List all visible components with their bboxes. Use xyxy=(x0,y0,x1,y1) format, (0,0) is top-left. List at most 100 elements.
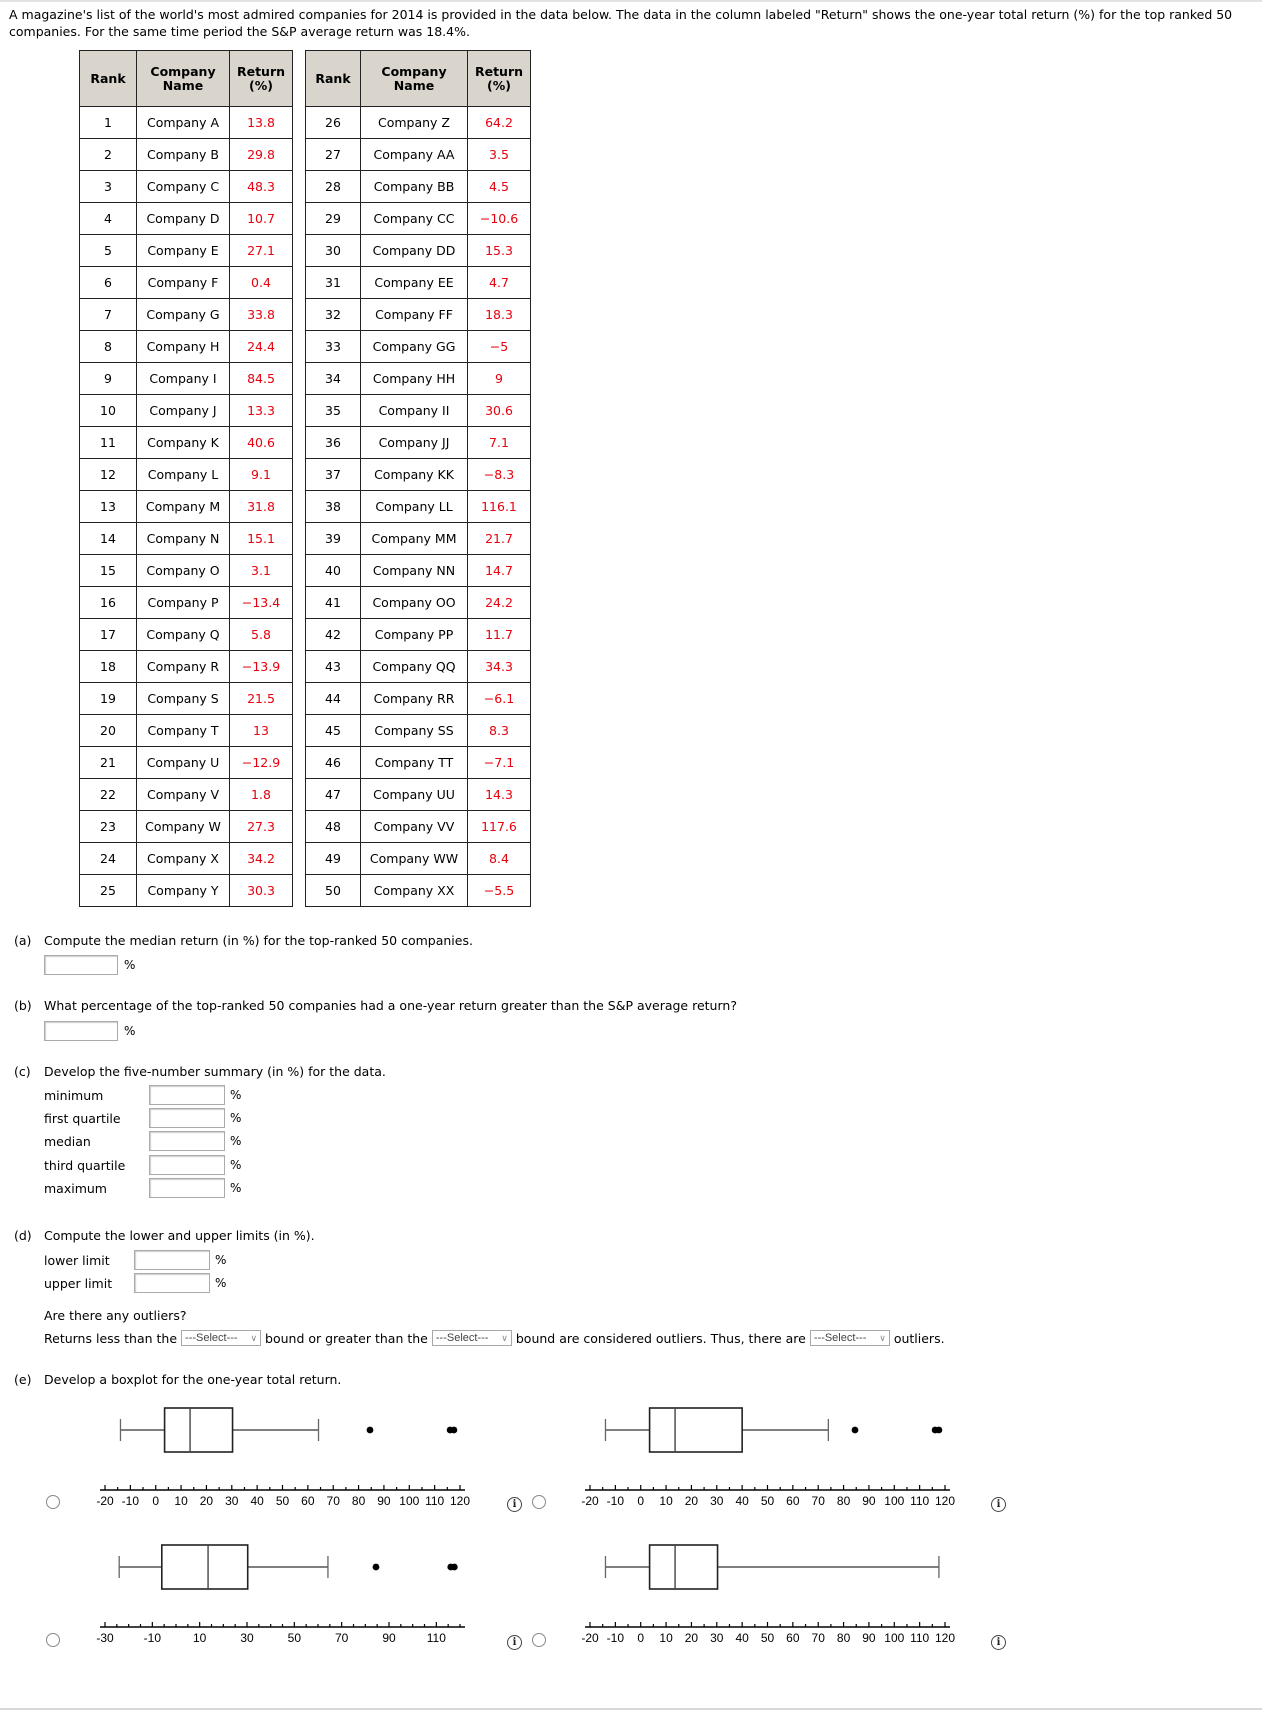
cell-rank: 33 xyxy=(305,330,361,363)
info-icon[interactable]: i xyxy=(507,1635,522,1650)
outlier-point xyxy=(935,1426,943,1434)
tick-label: 10 xyxy=(193,1631,207,1645)
cell-company-name: Company MM xyxy=(360,522,468,555)
cell-return: 1.8 xyxy=(229,778,293,811)
tick-label: 50 xyxy=(761,1494,775,1508)
tick-label: 20 xyxy=(685,1631,699,1645)
cell-rank: 28 xyxy=(305,170,361,203)
cell-return: 3.1 xyxy=(229,554,293,587)
cell-return: 117.6 xyxy=(467,810,531,843)
cell-return: 8.4 xyxy=(467,842,531,875)
table-row: 46 Company TT −7.1 xyxy=(305,746,531,779)
tick-label: 60 xyxy=(301,1494,315,1508)
cell-rank: 22 xyxy=(79,778,137,811)
cell-rank: 19 xyxy=(79,682,137,715)
cell-return: −12.9 xyxy=(229,746,293,779)
cell-return: 21.5 xyxy=(229,682,293,715)
cell-return: 30.3 xyxy=(229,874,293,907)
cell-rank: 15 xyxy=(79,554,137,587)
question-e: (e) Develop a boxplot for the one-year to… xyxy=(14,1372,341,1387)
iqr-box xyxy=(648,1407,743,1453)
boxplot-option-2-radio[interactable] xyxy=(532,1495,546,1509)
info-icon[interactable]: i xyxy=(991,1635,1006,1650)
sentence-part-1: Returns less than the xyxy=(44,1330,178,1346)
question-d-text: Compute the lower and upper limits (in %… xyxy=(44,1228,315,1243)
cell-rank: 11 xyxy=(79,426,137,459)
cell-rank: 16 xyxy=(79,586,137,619)
cell-return: 27.3 xyxy=(229,810,293,843)
header-company-name: Company Name xyxy=(136,50,230,107)
cell-company-name: Company D xyxy=(136,202,230,235)
info-icon[interactable]: i xyxy=(507,1497,522,1512)
boxplot-option-1-radio[interactable] xyxy=(46,1495,60,1509)
table-row: 29 Company CC −10.6 xyxy=(305,202,531,235)
cell-return: 10.7 xyxy=(229,202,293,235)
row-label: lower limit xyxy=(44,1252,110,1268)
third-quartile-input[interactable] xyxy=(149,1155,225,1175)
select-placeholder: ---Select--- xyxy=(185,1332,238,1344)
cell-rank: 26 xyxy=(305,106,361,139)
cell-company-name: Company XX xyxy=(360,874,468,907)
first-quartile-input[interactable] xyxy=(149,1108,225,1128)
boxplot-option-3-radio[interactable] xyxy=(46,1633,60,1647)
question-b: (b) What percentage of the top-ranked 50 … xyxy=(14,998,737,1013)
cell-company-name: Company BB xyxy=(360,170,468,203)
median-return-input[interactable] xyxy=(44,955,118,975)
cell-company-name: Company SS xyxy=(360,714,468,747)
tick-label: -10 xyxy=(607,1631,625,1645)
cell-rank: 4 xyxy=(79,202,137,235)
minimum-input[interactable] xyxy=(149,1085,225,1105)
row-label: upper limit xyxy=(44,1275,113,1291)
x-axis: -20 -10 0 10 20 30 40 50 60 70 80 90 100 110 120 xyxy=(581,1622,955,1645)
cell-rank: 10 xyxy=(79,394,137,427)
boxplot-option-2: -20 -10 0 10 20 30 40 50 60 70 80 90 100 110 120 xyxy=(581,1407,955,1508)
percent-above-sp-input[interactable] xyxy=(44,1021,118,1041)
cell-rank: 46 xyxy=(305,746,361,779)
row-label: median xyxy=(44,1133,91,1149)
tick-label: 30 xyxy=(225,1494,239,1508)
cell-company-name: Company N xyxy=(136,522,230,555)
cell-company-name: Company FF xyxy=(360,298,468,331)
cell-company-name: Company DD xyxy=(360,234,468,267)
tick-label: 90 xyxy=(862,1631,876,1645)
outlier-question: Are there any outliers? xyxy=(44,1308,187,1323)
table-row: 35 Company II 30.6 xyxy=(305,394,531,427)
cell-company-name: Company OO xyxy=(360,586,468,619)
tick-label: 0 xyxy=(637,1494,644,1508)
lower-limit-input[interactable] xyxy=(134,1250,210,1270)
boxplot-option-4-radio[interactable] xyxy=(532,1633,546,1647)
tick-label: 110 xyxy=(425,1494,444,1508)
cell-return: −13.9 xyxy=(229,650,293,683)
median-input[interactable] xyxy=(149,1131,225,1151)
tick-label: 100 xyxy=(399,1494,419,1508)
cell-return: 13 xyxy=(229,714,293,747)
chevron-down-icon: ∨ xyxy=(250,1332,258,1343)
cell-company-name: Company V xyxy=(136,778,230,811)
tick-label: 50 xyxy=(276,1494,290,1508)
cell-company-name: Company M xyxy=(136,490,230,523)
chevron-down-icon: ∨ xyxy=(501,1332,508,1343)
tick-label: -10 xyxy=(607,1494,625,1508)
upper-limit-input[interactable] xyxy=(134,1273,210,1293)
table-row: 34 Company HH 9 xyxy=(305,362,531,395)
cell-return: −8.3 xyxy=(467,458,531,491)
problem-intro: A magazine's list of the world's most ad… xyxy=(9,7,1233,39)
row-label: minimum xyxy=(44,1087,104,1103)
x-axis: -20 -10 0 10 20 30 40 50 60 70 80 90 100 110 120 xyxy=(581,1485,955,1508)
table-row: 40 Company NN 14.7 xyxy=(305,554,531,587)
boxplot-option-4: -20 -10 0 10 20 30 40 50 60 70 80 90 100 110 120 xyxy=(581,1544,955,1645)
table-row: 13 Company M 31.8 xyxy=(79,490,293,523)
maximum-input[interactable] xyxy=(149,1178,225,1198)
tick-label: 110 xyxy=(910,1631,929,1645)
lower-or-upper-select-2[interactable]: ---Select--- ∨ xyxy=(431,1330,512,1346)
lower-or-upper-select-1[interactable]: ---Select--- ∨ xyxy=(181,1330,262,1346)
tick-label: 90 xyxy=(382,1631,396,1645)
outlier-count-select[interactable]: ---Select--- ∨ xyxy=(809,1330,890,1346)
cell-company-name: Company I xyxy=(136,362,230,395)
cell-return: 0.4 xyxy=(229,266,293,299)
cell-rank: 43 xyxy=(305,650,361,683)
cell-company-name: Company P xyxy=(136,586,230,619)
table-row: 39 Company MM 21.7 xyxy=(305,522,531,555)
info-icon[interactable]: i xyxy=(991,1497,1006,1512)
tick-label: 70 xyxy=(327,1494,341,1508)
